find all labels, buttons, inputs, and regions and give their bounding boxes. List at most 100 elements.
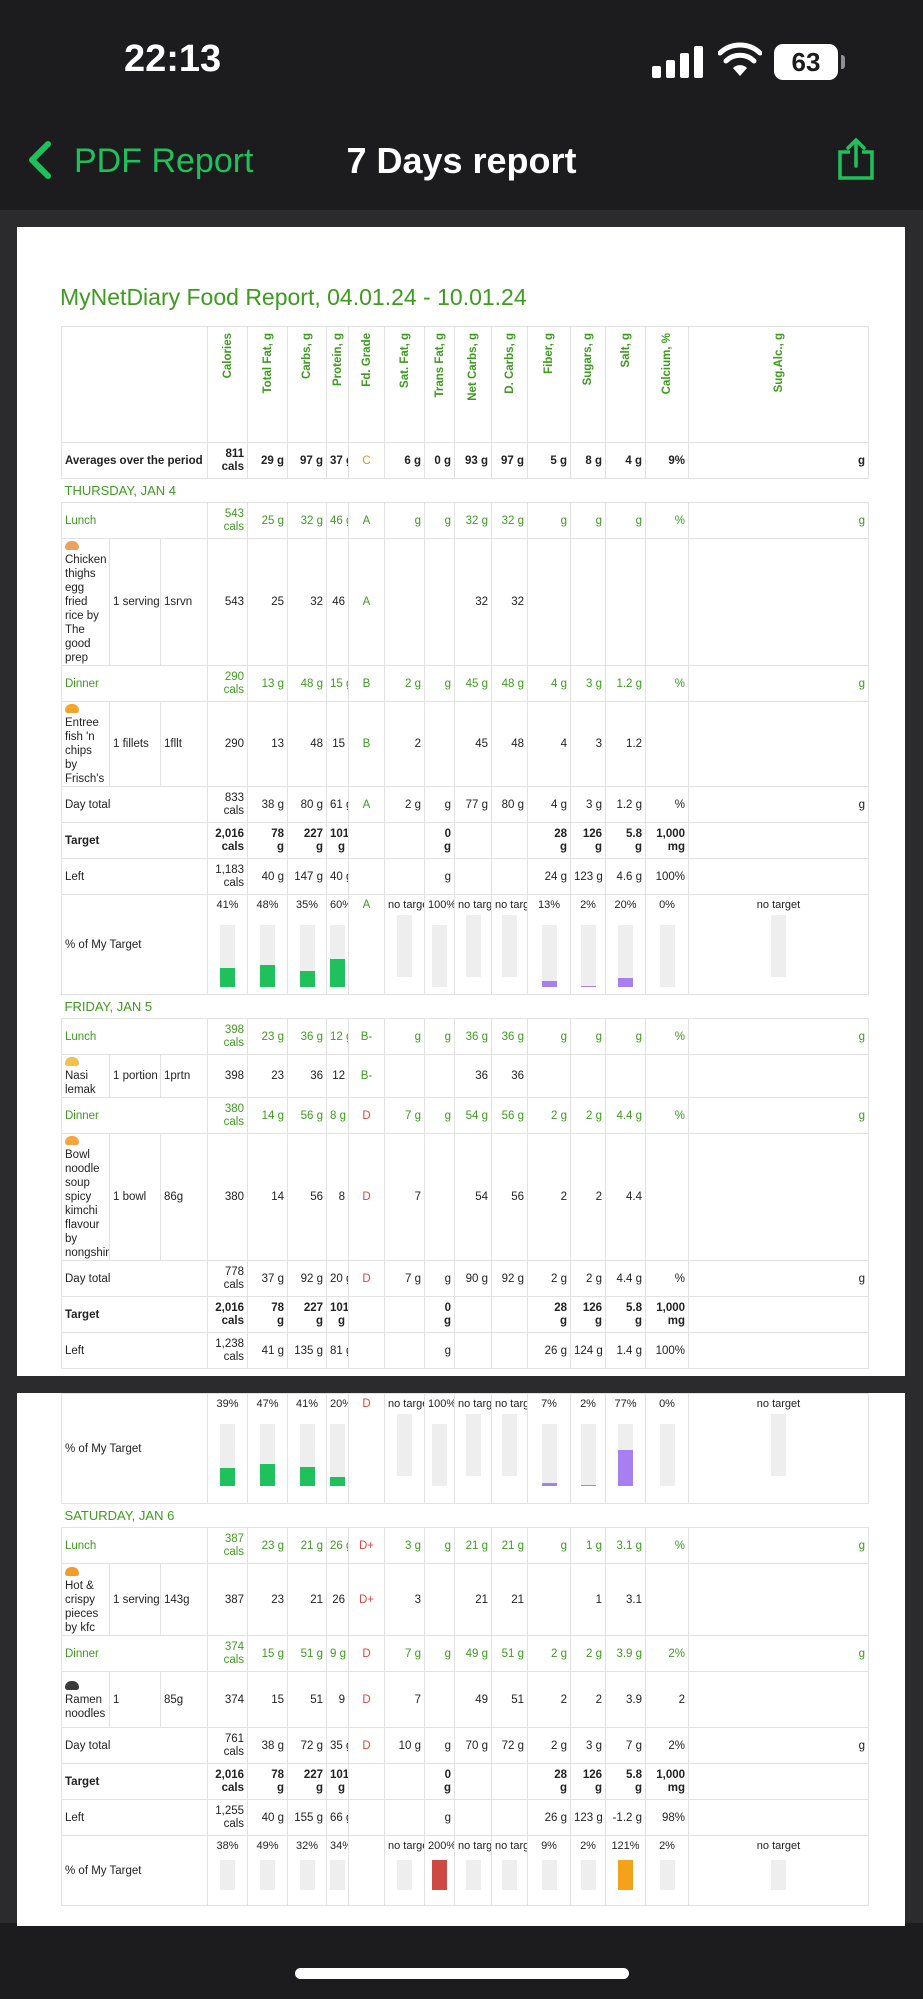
target-cell: 1,000 mg [645, 1763, 690, 1800]
day-header: THURSDAY, JAN 4 [61, 478, 869, 503]
percent-cell: 35% [287, 894, 328, 995]
target-bar [618, 1424, 634, 1486]
food-cell: 2 [570, 1133, 607, 1261]
percent-cell: 200% [424, 1835, 456, 1906]
meal-cell: 23 g [247, 1527, 289, 1564]
food-unit: 1fllt [159, 701, 209, 787]
percent-value: no target [495, 899, 527, 911]
column-header-label: Total Fat, g [261, 333, 274, 394]
food-name-text: Chicken thighs egg fried rice by The goo… [65, 554, 107, 664]
percent-row: % of My Target39%47%41%20%Dno target100%… [60, 1393, 869, 1504]
day-total-row: Day total778cals37 g92 g20 gD7 gg90 g92 … [60, 1260, 869, 1297]
meal-cell: 1.2 g [605, 665, 647, 702]
target-cell: 28 g [527, 1763, 572, 1800]
meal-cell: 1 g [570, 1527, 607, 1564]
day-total-cell: 2% [645, 1727, 690, 1764]
food-cell: 48 [491, 701, 529, 787]
left-cell: -1.2 g [605, 1799, 647, 1836]
percent-cell: 100% [424, 1393, 456, 1504]
target-bar [771, 915, 786, 977]
meal-cell: D+ [348, 1527, 386, 1564]
left-row: Left1,183cals40 g147 g40 gg24 g123 g4.6 … [60, 858, 869, 895]
target-bar [330, 1424, 346, 1486]
target-bar [299, 925, 315, 987]
meal-cell: 2 g [384, 665, 426, 702]
meal-cell: 45 g [454, 665, 493, 702]
food-cell: 21 [287, 1563, 328, 1636]
percent-cell: no target [491, 894, 529, 995]
left-cell: 135 g [287, 1332, 328, 1369]
percent-value: 49% [256, 1840, 279, 1852]
food-cell [688, 538, 869, 666]
meal-cell: 14 g [247, 1097, 289, 1134]
day-total-cell: g [688, 1727, 869, 1764]
percent-value: 9% [541, 1840, 557, 1852]
food-name-text: Bowl noodle soup spicy kimchi flavour by… [65, 1149, 109, 1259]
day-total-row: Day total761cals38 g72 g35 gD10 gg70 g72… [60, 1727, 869, 1764]
percent-label: % of My Target [60, 894, 209, 995]
meal-cell: g [688, 665, 869, 702]
left-cell: 26 g [527, 1332, 572, 1369]
food-cell [645, 1133, 690, 1261]
percent-cell: 34% [326, 1835, 350, 1906]
food-unit: 86g [159, 1133, 209, 1261]
food-name-text: Ramen noodles [65, 1693, 106, 1720]
day-total-cell: 4 g [527, 786, 572, 823]
percent-cell: 0% [645, 1393, 690, 1504]
food-row: Bowl noodle soup spicy kimchi flavour by… [61, 1133, 869, 1261]
day-total-row: Day total833cals38 g80 g61 gA2 gg77 g80 … [60, 786, 869, 823]
meal-cell: g [424, 1097, 456, 1134]
averages-cell: 97 g [491, 442, 529, 479]
target-cell [454, 1763, 493, 1800]
percent-value: 20% [614, 899, 637, 911]
food-cell: 15 [247, 1671, 289, 1728]
food-cell: D [348, 1133, 386, 1261]
food-cell: 387 [207, 1563, 249, 1636]
left-cell [491, 1799, 529, 1836]
column-header-label: Protein, g [331, 333, 344, 387]
food-cell: 51 [287, 1671, 328, 1728]
column-header-label: Sat. Fat, g [398, 333, 411, 388]
left-cell: 40 g [247, 1799, 289, 1836]
target-bar-fill [541, 981, 557, 987]
day-total-cell: 2 g [527, 1727, 572, 1764]
left-cell: 40 g [326, 858, 350, 895]
meal-cell: g [527, 502, 572, 539]
food-cell [424, 538, 456, 666]
percent-cell: 0% [645, 894, 690, 995]
day-total-cell: 7 g [384, 1260, 426, 1297]
meal-cell: 2 g [527, 1097, 572, 1134]
percent-value: no target [495, 1840, 527, 1852]
percent-cell: 41% [287, 1393, 328, 1504]
meal-cell: 51 g [287, 1635, 328, 1672]
day-total-cell: A [348, 786, 386, 823]
food-cell [570, 538, 607, 666]
day-total-cell: g [424, 1260, 456, 1297]
target-bar [771, 1860, 786, 1890]
left-cell: g [424, 858, 456, 895]
food-cell [424, 1054, 456, 1098]
home-indicator[interactable] [295, 1968, 629, 1979]
percent-value: 100% [428, 899, 455, 911]
day-total-label: Day total [60, 1727, 209, 1764]
share-icon[interactable] [836, 138, 876, 182]
percent-value: no target [388, 1398, 424, 1410]
meal-cell: g [424, 502, 456, 539]
target-cell [384, 1296, 426, 1333]
percent-value: no target [756, 1840, 801, 1852]
meal-cell: g [688, 1527, 869, 1564]
food-cell: 32 [287, 538, 328, 666]
food-cell: 9 [326, 1671, 350, 1728]
meal-cell: 543 cals [207, 502, 249, 539]
percent-value: 38% [216, 1840, 239, 1852]
day-total-cell: 833 cals [207, 786, 249, 823]
target-cell: 227 g [287, 822, 328, 859]
food-cell [384, 1054, 426, 1098]
left-cell [384, 1332, 426, 1369]
food-cell: A [348, 538, 386, 666]
meal-cell: 49 g [454, 1635, 493, 1672]
food-quantity: 1 bowl [109, 1133, 161, 1261]
percent-value: 100% [428, 1398, 455, 1410]
percent-value: 47% [256, 1398, 279, 1410]
meal-cell: g [570, 1018, 607, 1055]
